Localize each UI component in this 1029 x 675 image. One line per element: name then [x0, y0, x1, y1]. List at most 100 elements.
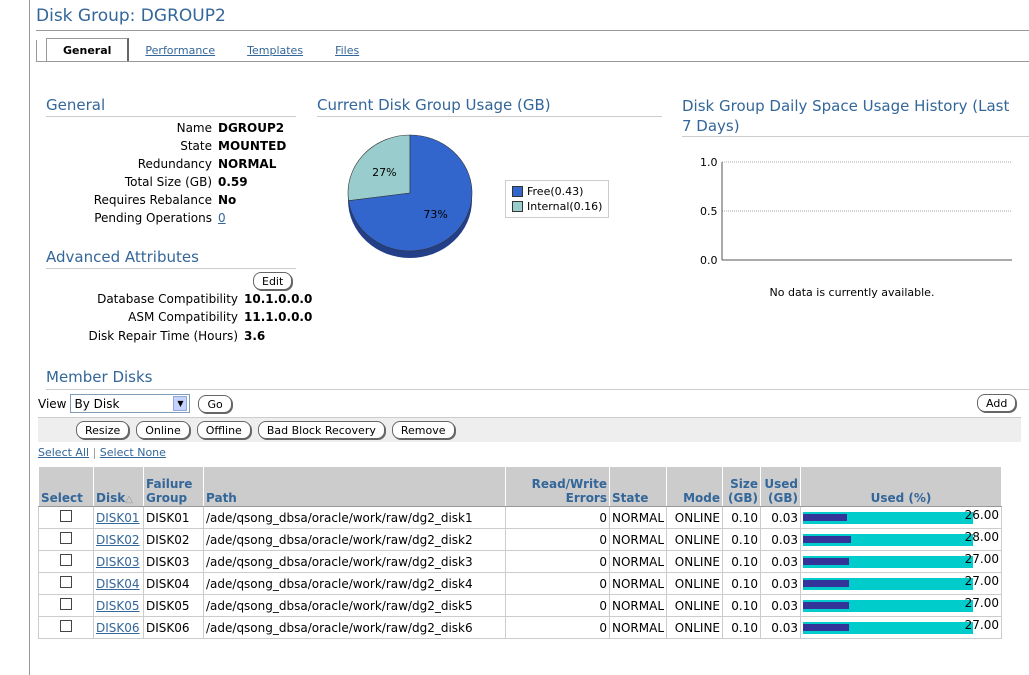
col-used-pct: Used (%) — [800, 466, 1003, 507]
col-disk-label: Disk — [96, 491, 126, 505]
tab-templates[interactable]: Templates — [231, 41, 319, 62]
sort-asc-icon[interactable]: △ — [125, 494, 133, 505]
tab-performance[interactable]: Performance — [129, 41, 231, 62]
go-button[interactable]: Go — [198, 394, 232, 413]
col-path: Path — [203, 466, 506, 507]
select-none-link[interactable]: Select None — [100, 446, 166, 459]
y-tick-label: 0.5 — [700, 205, 718, 218]
usage-bar: 27.00 — [803, 618, 999, 638]
online-button[interactable]: Online — [136, 421, 190, 439]
size-cell: 0.10 — [722, 616, 762, 639]
table-header-row: Select Disk△ Failure Group Path Read/Writ… — [38, 466, 1003, 507]
disk-link[interactable]: DISK03 — [96, 555, 140, 569]
table-row: DISK04 DISK04 /ade/qsong_dbsa/oracle/wor… — [38, 572, 1003, 595]
add-wrapper: Add — [977, 394, 1017, 412]
used-cell: 0.03 — [760, 550, 802, 573]
usage-bar-fill — [803, 579, 849, 587]
disk-link[interactable]: DISK02 — [96, 533, 140, 547]
usage-bar-fill — [803, 557, 849, 565]
row-checkbox[interactable] — [60, 554, 72, 566]
col-mode: Mode — [666, 466, 724, 507]
failure-group-cell: DISK02 — [143, 528, 204, 551]
disk-link[interactable]: DISK05 — [96, 599, 140, 613]
usage-bar-label: 26.00 — [964, 507, 1000, 522]
col-failure-group: Failure Group — [143, 466, 204, 507]
pie-label-internal: 27% — [372, 166, 396, 179]
disk-cell: DISK03 — [93, 550, 144, 573]
usage-bar-fill — [803, 601, 849, 609]
edit-button[interactable]: Edit — [253, 272, 293, 290]
legend-item-internal: Internal(0.16) — [512, 199, 602, 214]
usage-bar-label: 28.00 — [964, 529, 1000, 544]
legend-swatch-free — [512, 186, 523, 197]
usage-heading-rule — [317, 116, 662, 117]
tab-files[interactable]: Files — [319, 41, 375, 62]
row-checkbox[interactable] — [60, 598, 72, 610]
title-divider — [36, 30, 1029, 31]
view-label: View — [38, 396, 67, 411]
errors-cell: 0 — [505, 528, 610, 551]
row-checkbox[interactable] — [60, 620, 72, 632]
view-select[interactable]: By Disk ▼ — [70, 394, 191, 413]
used-cell: 0.03 — [760, 616, 802, 639]
add-button[interactable]: Add — [977, 394, 1017, 412]
field-pending-operations: Pending Operations 0 — [94, 211, 226, 225]
col-state: State — [608, 466, 668, 507]
table-row: DISK01 DISK01 /ade/qsong_dbsa/oracle/wor… — [38, 506, 1003, 529]
disk-cell: DISK05 — [93, 594, 144, 617]
path-cell: /ade/qsong_dbsa/oracle/work/raw/dg2_disk… — [203, 528, 506, 551]
usage-bar-fill — [803, 623, 849, 631]
edit-wrapper: Edit — [253, 272, 293, 290]
remove-button[interactable]: Remove — [391, 421, 455, 439]
row-checkbox[interactable] — [60, 576, 72, 588]
usage-bar-fill — [803, 535, 851, 543]
chevron-down-icon[interactable]: ▼ — [173, 396, 188, 411]
disk-link[interactable]: DISK04 — [96, 577, 140, 591]
usage-bar-label: 27.00 — [964, 617, 1000, 632]
advanced-heading-rule — [46, 268, 296, 269]
col-used: Used (GB) — [760, 466, 802, 507]
mode-cell: ONLINE — [666, 550, 724, 573]
disk-link[interactable]: DISK06 — [96, 621, 140, 635]
used-pct-cell: 28.00 — [800, 528, 1003, 551]
col-select: Select — [38, 466, 94, 507]
row-select-cell — [38, 616, 94, 639]
row-select-cell — [38, 528, 94, 551]
legend-item-free: Free(0.43) — [512, 184, 602, 199]
usage-bar: 26.00 — [803, 508, 999, 528]
mode-cell: ONLINE — [666, 616, 724, 639]
state-cell: NORMAL — [608, 506, 668, 529]
row-select-cell — [38, 506, 94, 529]
used-cell: 0.03 — [760, 506, 802, 529]
path-cell: /ade/qsong_dbsa/oracle/work/raw/dg2_disk… — [203, 572, 506, 595]
disk-link[interactable]: DISK01 — [96, 511, 140, 525]
tab-bar-edge — [36, 40, 46, 61]
tab-general[interactable]: General — [46, 38, 130, 62]
failure-group-cell: DISK05 — [143, 594, 204, 617]
pending-operations-link[interactable]: 0 — [218, 211, 226, 225]
tab-bar: General Performance Templates Files — [46, 38, 375, 62]
history-empty-message: No data is currently available. — [769, 286, 935, 299]
size-cell: 0.10 — [722, 528, 762, 551]
errors-cell: 0 — [505, 550, 610, 573]
mode-cell: ONLINE — [666, 506, 724, 529]
general-heading: General — [46, 96, 106, 114]
used-cell: 0.03 — [760, 594, 802, 617]
legend-label-internal: Internal(0.16) — [527, 200, 603, 213]
field-total-size: Total Size (GB) 0.59 — [124, 175, 248, 189]
used-pct-cell: 27.00 — [800, 594, 1003, 617]
col-disk[interactable]: Disk△ — [93, 466, 144, 507]
usage-pie-chart: 27% 73% — [347, 134, 473, 258]
offline-button[interactable]: Offline — [196, 421, 251, 439]
resize-button[interactable]: Resize — [76, 421, 130, 439]
row-checkbox[interactable] — [60, 532, 72, 544]
path-cell: /ade/qsong_dbsa/oracle/work/raw/dg2_disk… — [203, 550, 506, 573]
col-rw-errors: Read/Write Errors — [505, 466, 610, 507]
bad-block-recovery-button[interactable]: Bad Block Recovery — [257, 421, 385, 439]
view-select-value: By Disk — [74, 396, 120, 411]
row-checkbox[interactable] — [60, 510, 72, 522]
field-state: State MOUNTED — [180, 139, 287, 153]
table-row: DISK05 DISK05 /ade/qsong_dbsa/oracle/wor… — [38, 594, 1003, 617]
row-select-cell — [38, 572, 94, 595]
select-all-link[interactable]: Select All — [38, 446, 89, 459]
